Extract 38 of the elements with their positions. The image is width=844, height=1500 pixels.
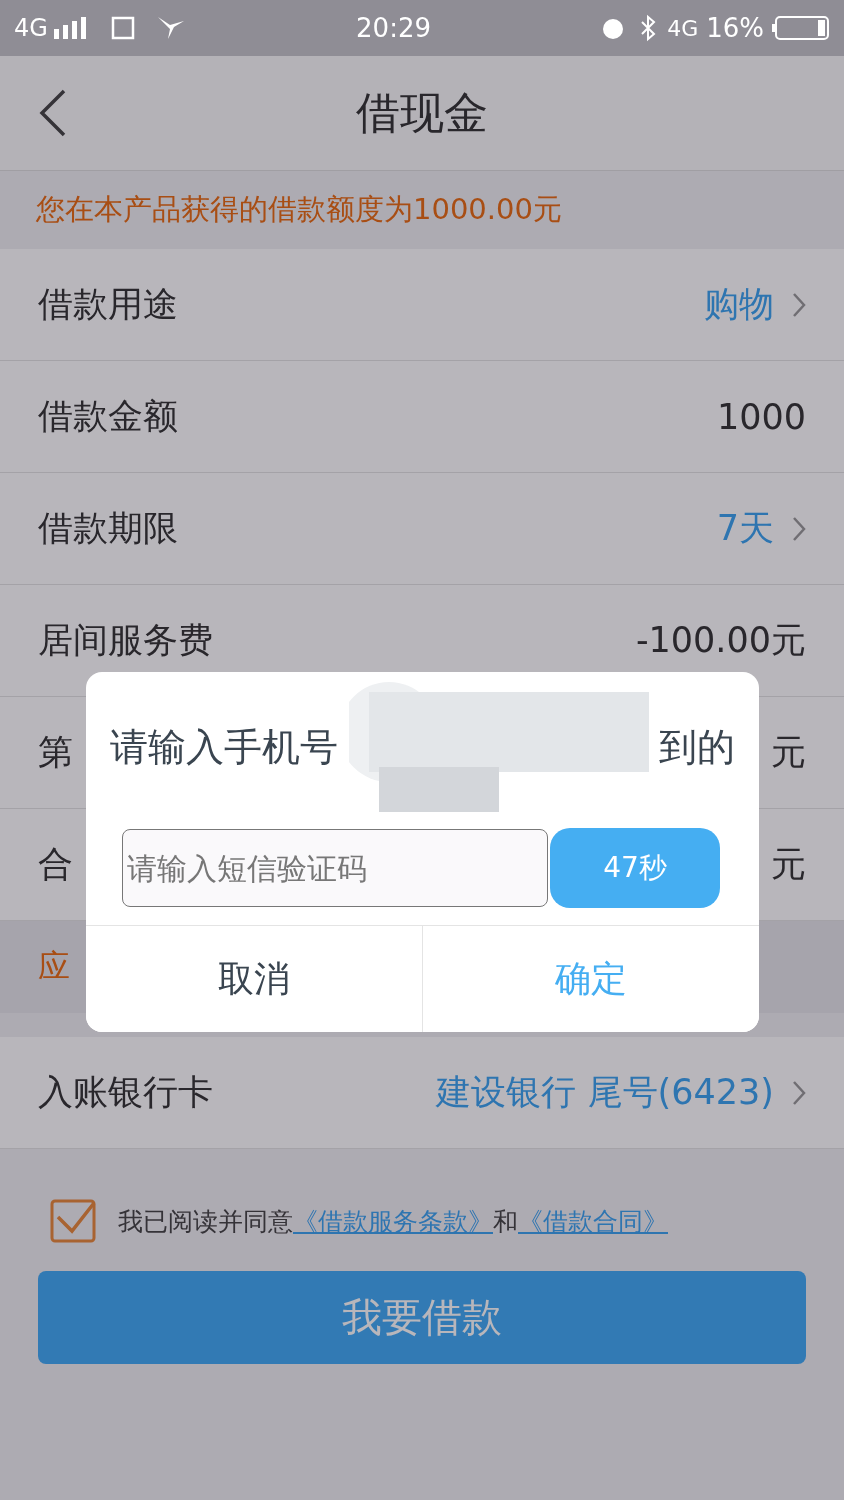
chevron-icon bbox=[792, 515, 806, 542]
network-label: 4G bbox=[14, 14, 48, 42]
agreement-text: 我已阅读并同意《借款服务条款》和《借款合同》 bbox=[118, 1205, 668, 1238]
row-value: 元 bbox=[771, 731, 806, 774]
row-value: 1000 bbox=[716, 396, 806, 437]
clock: 20:29 bbox=[356, 13, 431, 43]
battery-percent: 16% bbox=[706, 13, 764, 43]
contract-link[interactable]: 《借款合同》 bbox=[518, 1206, 668, 1236]
terms-link[interactable]: 《借款服务条款》 bbox=[293, 1206, 493, 1236]
chevron-icon bbox=[792, 1079, 806, 1106]
bluetooth-icon bbox=[639, 14, 658, 42]
network-label: 4G bbox=[667, 15, 699, 41]
row-label: 借款期限 bbox=[38, 507, 178, 550]
row-label: 入账银行卡 bbox=[38, 1071, 213, 1114]
row-value[interactable]: 7天 bbox=[716, 505, 774, 552]
checkbox[interactable] bbox=[50, 1197, 98, 1245]
row-value[interactable]: 购物 bbox=[704, 281, 774, 328]
row-label: 借款金额 bbox=[38, 395, 178, 438]
page-title: 借现金 bbox=[356, 85, 488, 140]
dialog-title: 到的 bbox=[659, 723, 735, 771]
dialog-title: 请输入手机号 bbox=[110, 723, 338, 771]
back-icon[interactable] bbox=[38, 88, 68, 138]
submit-button[interactable]: 我要借款 bbox=[38, 1271, 806, 1364]
confirm-button[interactable]: 确定 bbox=[422, 926, 759, 1032]
row-value: 元 bbox=[771, 843, 806, 886]
chevron-icon bbox=[792, 291, 806, 318]
row-label: 第 bbox=[38, 731, 73, 774]
row-label: 合 bbox=[38, 843, 73, 886]
countdown-button[interactable]: 47秒 bbox=[550, 828, 720, 908]
row-value[interactable]: 建设银行 尾号(6423) bbox=[436, 1069, 774, 1116]
code-field[interactable]: 请输入短信验证码 bbox=[122, 829, 548, 907]
notice-text: 您在本产品获得的借款额度为1000.00元 bbox=[36, 191, 562, 228]
row-value: -100.00元 bbox=[635, 619, 806, 662]
signal-icon bbox=[53, 17, 88, 39]
row-label: 借款用途 bbox=[38, 283, 178, 326]
battery-icon bbox=[772, 15, 830, 41]
row-label: 居间服务费 bbox=[38, 619, 213, 662]
section-label: 应 bbox=[38, 946, 70, 987]
